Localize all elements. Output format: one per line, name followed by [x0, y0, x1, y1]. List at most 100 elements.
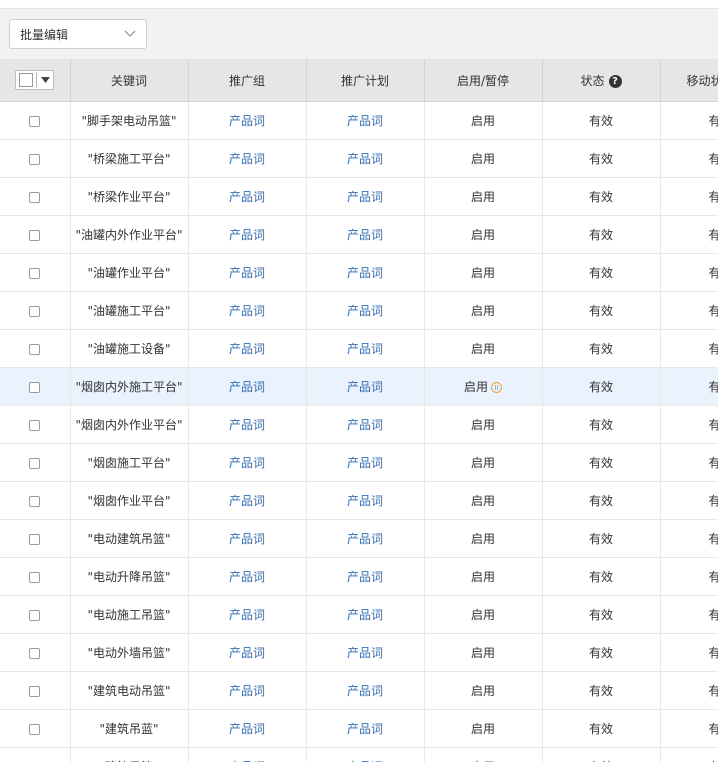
batch-edit-dropdown[interactable]: 批量编辑 — [9, 19, 147, 49]
plan-link[interactable]: 产品词 — [306, 139, 425, 178]
select-all-checkbox[interactable] — [19, 73, 34, 87]
row-checkbox[interactable] — [29, 343, 41, 355]
row-checkbox[interactable] — [29, 647, 41, 659]
row-checkbox[interactable] — [29, 305, 41, 317]
table-row[interactable]: "建筑吊篮"产品词产品词启用有效有效 — [0, 747, 718, 762]
table-row[interactable]: "电动外墙吊篮"产品词产品词启用有效有效 — [0, 633, 718, 672]
keyword-cell: "烟囱内外作业平台" — [70, 405, 189, 444]
row-checkbox[interactable] — [29, 457, 41, 469]
table-row[interactable]: "桥梁施工平台"产品词产品词启用有效有效 — [0, 139, 718, 178]
row-select-cell — [0, 291, 71, 330]
row-checkbox[interactable] — [29, 723, 41, 735]
table-row[interactable]: "电动建筑吊篮"产品词产品词启用有效有效 — [0, 519, 718, 558]
row-checkbox[interactable] — [29, 419, 41, 431]
row-checkbox[interactable] — [29, 571, 41, 583]
row-checkbox[interactable] — [29, 381, 41, 393]
plan-link[interactable]: 产品词 — [306, 253, 425, 292]
row-checkbox[interactable] — [29, 229, 41, 241]
plan-link[interactable]: 产品词 — [306, 101, 425, 140]
enabled-cell: 启用 — [424, 367, 543, 406]
row-checkbox[interactable] — [29, 495, 41, 507]
group-link[interactable]: 产品词 — [188, 671, 307, 710]
row-checkbox[interactable] — [29, 115, 41, 127]
table-row[interactable]: "电动升降吊篮"产品词产品词启用有效有效 — [0, 557, 718, 596]
group-link[interactable]: 产品词 — [188, 519, 307, 558]
row-checkbox[interactable] — [29, 153, 41, 165]
table-row[interactable]: "建筑吊蓝"产品词产品词启用有效有效 — [0, 709, 718, 748]
row-checkbox[interactable] — [29, 533, 41, 545]
plan-link[interactable]: 产品词 — [306, 633, 425, 672]
group-link[interactable]: 产品词 — [188, 747, 307, 762]
plan-link[interactable]: 产品词 — [306, 291, 425, 330]
table-row[interactable]: "建筑电动吊篮"产品词产品词启用有效有效 — [0, 671, 718, 710]
plan-link[interactable]: 产品词 — [306, 557, 425, 596]
table-row[interactable]: "油罐施工平台"产品词产品词启用有效有效 — [0, 291, 718, 330]
group-link[interactable]: 产品词 — [188, 443, 307, 482]
table-row[interactable]: "电动施工吊篮"产品词产品词启用有效有效 — [0, 595, 718, 634]
column-header-enabled[interactable]: 启用/暂停 — [424, 59, 543, 102]
table-row[interactable]: "脚手架电动吊篮"产品词产品词启用有效有效 — [0, 101, 718, 140]
table-row[interactable]: "油罐施工设备"产品词产品词启用有效有效 — [0, 329, 718, 368]
column-header-status[interactable]: 状态? — [542, 59, 661, 102]
table-row[interactable]: "油罐内外作业平台"产品词产品词启用有效有效 — [0, 215, 718, 254]
group-link[interactable]: 产品词 — [188, 709, 307, 748]
mobile-status-cell: 有效 — [660, 405, 718, 444]
keyword-cell: "油罐内外作业平台" — [70, 215, 189, 254]
table-row[interactable]: "烟囱内外作业平台"产品词产品词启用有效有效 — [0, 405, 718, 444]
enabled-cell: 启用 — [424, 139, 543, 178]
plan-link[interactable]: 产品词 — [306, 709, 425, 748]
group-link[interactable]: 产品词 — [188, 557, 307, 596]
plan-link[interactable]: 产品词 — [306, 481, 425, 520]
enabled-cell: 启用 — [424, 215, 543, 254]
group-link[interactable]: 产品词 — [188, 253, 307, 292]
row-checkbox[interactable] — [29, 267, 41, 279]
plan-link[interactable]: 产品词 — [306, 215, 425, 254]
group-link[interactable]: 产品词 — [188, 481, 307, 520]
column-header-plan[interactable]: 推广计划 — [306, 59, 425, 102]
plan-link[interactable]: 产品词 — [306, 671, 425, 710]
caret-down-icon — [40, 77, 50, 83]
row-checkbox[interactable] — [29, 191, 41, 203]
group-link[interactable]: 产品词 — [188, 177, 307, 216]
table-row[interactable]: "烟囱施工平台"产品词产品词启用有效有效 — [0, 443, 718, 482]
row-select-cell — [0, 367, 71, 406]
mobile-status-cell: 有效 — [660, 253, 718, 292]
plan-link[interactable]: 产品词 — [306, 367, 425, 406]
plan-link[interactable]: 产品词 — [306, 747, 425, 762]
column-header-mobile-status[interactable]: 移动状态 — [660, 59, 718, 102]
enabled-label: 启用 — [470, 228, 495, 242]
group-link[interactable]: 产品词 — [188, 215, 307, 254]
question-circle-icon[interactable]: ? — [608, 74, 622, 88]
group-link[interactable]: 产品词 — [188, 633, 307, 672]
group-link[interactable]: 产品词 — [188, 329, 307, 368]
column-header-keyword[interactable]: 关键词 — [70, 59, 189, 102]
plan-link[interactable]: 产品词 — [306, 595, 425, 634]
table-row[interactable]: "烟囱作业平台"产品词产品词启用有效有效 — [0, 481, 718, 520]
plan-link[interactable]: 产品词 — [306, 443, 425, 482]
group-link[interactable]: 产品词 — [188, 405, 307, 444]
table-row[interactable]: "桥梁作业平台"产品词产品词启用有效有效 — [0, 177, 718, 216]
enabled-label: 启用 — [470, 190, 495, 204]
row-checkbox[interactable] — [29, 685, 41, 697]
group-link[interactable]: 产品词 — [188, 367, 307, 406]
status-cell: 有效 — [542, 519, 661, 558]
table-row[interactable]: "油罐作业平台"产品词产品词启用有效有效 — [0, 253, 718, 292]
select-menu-toggle[interactable] — [36, 72, 53, 88]
table-row[interactable]: "烟囱内外施工平台"产品词产品词启用有效有效 — [0, 367, 718, 406]
plan-link[interactable]: 产品词 — [306, 405, 425, 444]
pause-circle-icon[interactable] — [491, 382, 502, 393]
column-header-group[interactable]: 推广组 — [188, 59, 307, 102]
row-select-cell — [0, 671, 71, 710]
status-cell: 有效 — [542, 671, 661, 710]
mobile-status-cell: 有效 — [660, 633, 718, 672]
enabled-label: 启用 — [470, 456, 495, 470]
plan-link[interactable]: 产品词 — [306, 177, 425, 216]
group-link[interactable]: 产品词 — [188, 139, 307, 178]
plan-link[interactable]: 产品词 — [306, 519, 425, 558]
select-all-control[interactable] — [15, 70, 55, 90]
group-link[interactable]: 产品词 — [188, 595, 307, 634]
group-link[interactable]: 产品词 — [188, 101, 307, 140]
plan-link[interactable]: 产品词 — [306, 329, 425, 368]
group-link[interactable]: 产品词 — [188, 291, 307, 330]
row-checkbox[interactable] — [29, 609, 41, 621]
